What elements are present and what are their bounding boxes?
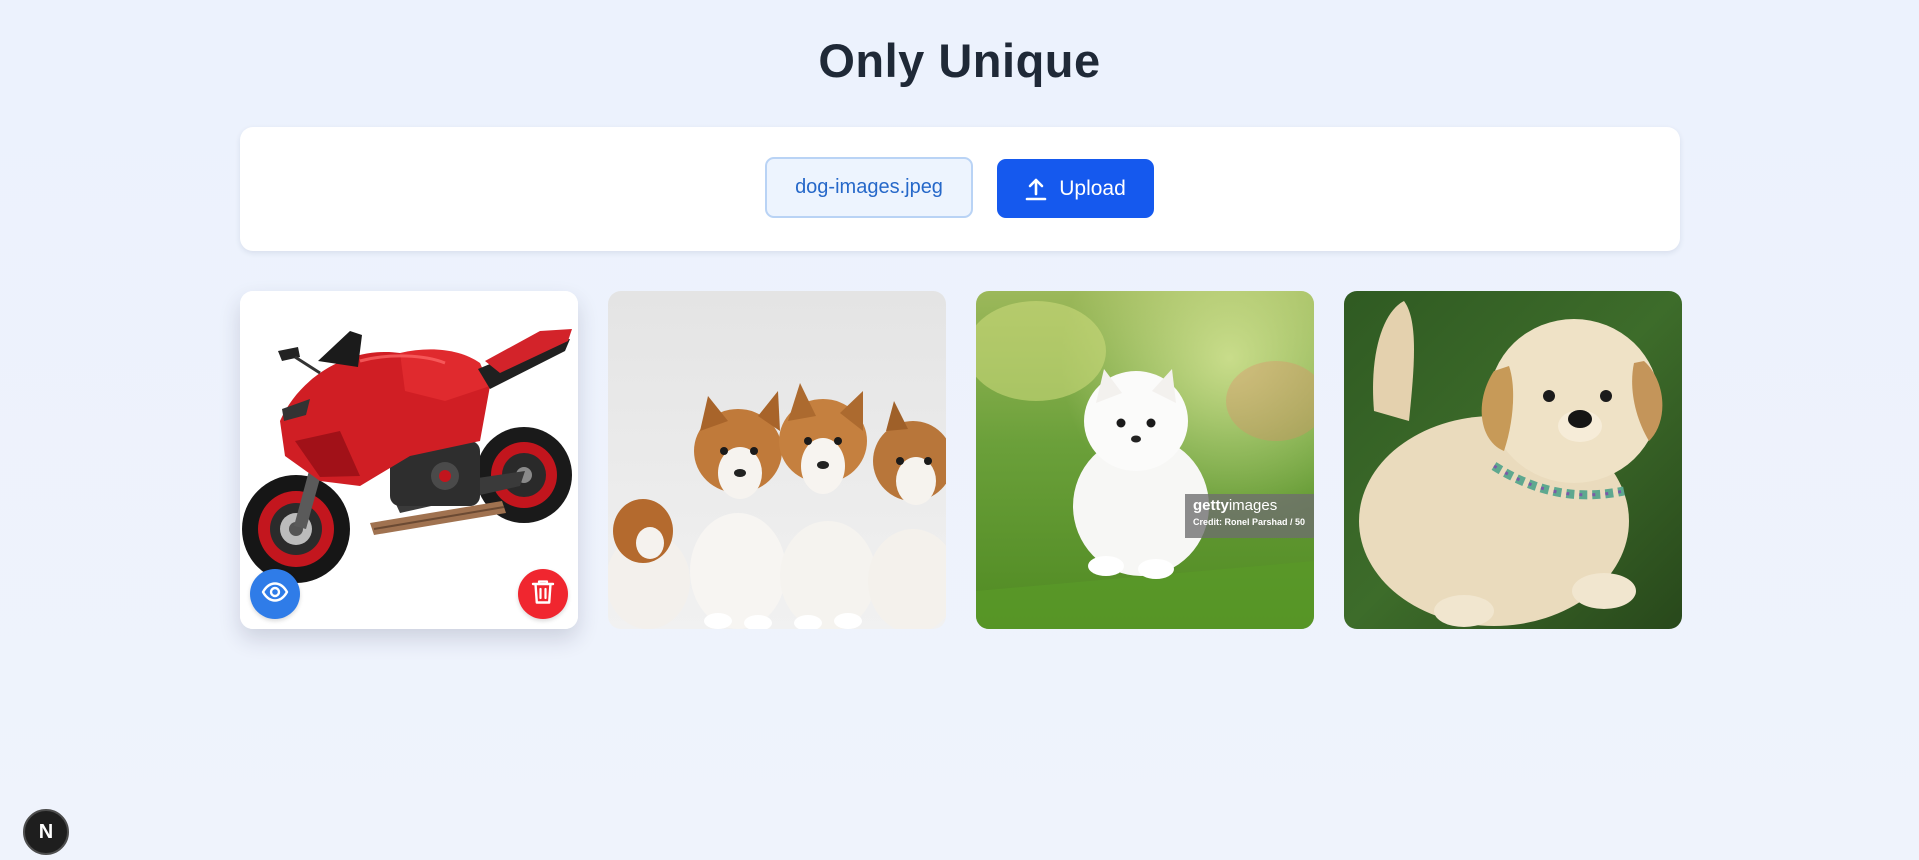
page-title: Only Unique [818,34,1101,87]
getty-watermark: gettyimages Credit: Ronel Parshad / 50 [1185,494,1314,538]
delete-image-button[interactable] [518,569,568,619]
pomeranian-image [976,291,1314,629]
view-image-button[interactable] [250,569,300,619]
upload-button[interactable]: Upload [997,159,1154,218]
selected-file-chip[interactable]: dog-images.jpeg [765,157,973,218]
upload-button-label: Upload [1059,176,1126,200]
image-card-pomeranian[interactable]: gettyimages Credit: Ronel Parshad / 50 [976,291,1314,629]
trash-icon [531,579,555,610]
dev-indicator-badge[interactable]: N [23,809,69,855]
upload-arrow-icon [1025,177,1047,201]
image-card-golden-retriever[interactable] [1344,291,1682,629]
watermark-credit: Credit: Ronel Parshad / 50 [1193,517,1306,527]
eye-icon [261,581,289,607]
upload-panel: dog-images.jpeg Upload [240,127,1680,251]
corgi-puppies-image [608,291,946,629]
image-card-motorcycle[interactable] [240,291,578,629]
golden-retriever-image [1344,291,1682,629]
image-card-corgi-puppies[interactable] [608,291,946,629]
watermark-brand: gettyimages [1193,497,1278,514]
